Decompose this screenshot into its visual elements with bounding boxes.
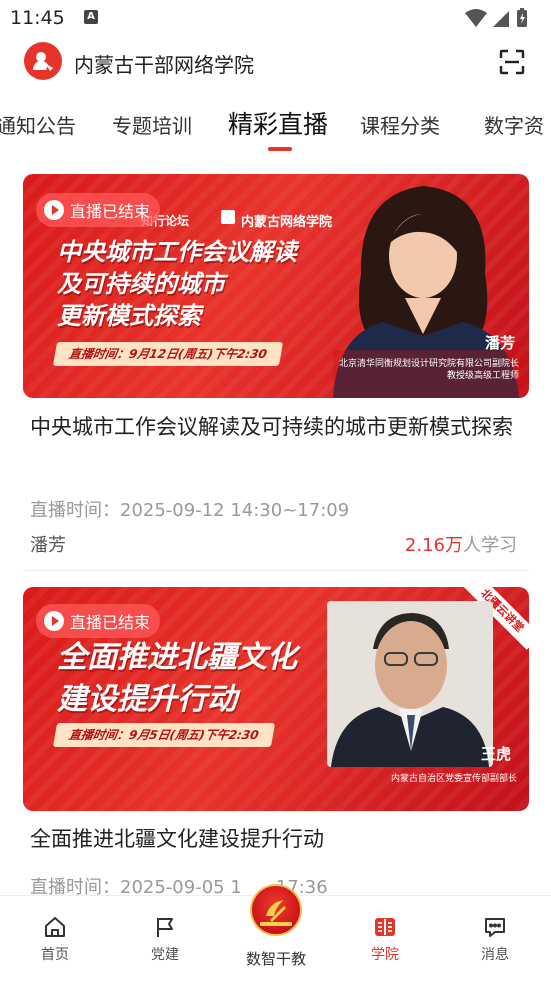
live-ended-badge: 直播已结束	[36, 604, 161, 638]
learner-count: 2.16万人学习	[405, 531, 517, 557]
college-logo-icon	[24, 42, 62, 80]
flag-icon	[157, 918, 173, 937]
card-title[interactable]: 中央城市工作会议解读及可持续的城市更新模式探索	[30, 410, 520, 444]
banner-speaker-role: 北京清华同衡规划设计研究院有限公司副院长 教授级高级工程师	[299, 358, 519, 382]
nav-messages-label: 消息	[481, 947, 509, 963]
banner-org-label: 内蒙古网络学院	[241, 215, 333, 230]
banner-title: 中央城市工作会议解读 及可持续的城市 更新模式探索	[57, 236, 297, 332]
live-ended-label: 直播已结束	[70, 202, 151, 221]
status-time: 11:45	[10, 7, 65, 29]
tab-course-categories[interactable]: 课程分类	[360, 110, 440, 139]
live-banner[interactable]: 知行论坛 内蒙古网络学院 中央城市工作会议解读 及可持续的城市 更新模式探索 直…	[23, 174, 529, 398]
live-ended-badge: 直播已结束	[36, 193, 161, 227]
nav-college[interactable]: 学院	[330, 896, 440, 981]
banner-title-line: 全面推进北疆文化	[57, 640, 297, 675]
banner-speaker-role: 内蒙古自治区党委宣传部副部长	[317, 773, 517, 785]
live-card[interactable]: 北疆云讲堂 全面推进北疆文化 建设提升行动 直播时间：9月5日(周五)下午2:3…	[23, 587, 529, 898]
live-card[interactable]: 知行论坛 内蒙古网络学院 中央城市工作会议解读 及可持续的城市 更新模式探索 直…	[23, 174, 529, 572]
nav-digital-education-label[interactable]: 数智干教	[236, 948, 316, 969]
battery-icon	[517, 8, 527, 27]
banner-title-line: 中央城市工作会议解读	[57, 238, 297, 266]
card-title[interactable]: 全面推进北疆文化建设提升行动	[30, 822, 520, 856]
learner-count-suffix: 人学习	[463, 535, 517, 556]
tab-notices[interactable]: 通知公告	[0, 110, 76, 139]
banner-speaker-name: 潘芳	[485, 334, 516, 352]
nav-home-label: 首页	[41, 947, 69, 963]
nav-college-label: 学院	[371, 947, 399, 963]
learner-count-number: 2.16万	[404, 535, 463, 556]
wifi-icon	[465, 9, 487, 27]
play-icon	[44, 611, 64, 631]
home-icon	[45, 917, 65, 937]
nav-party-label: 党建	[151, 947, 179, 963]
speaker-portrait	[327, 601, 493, 767]
app-header: 内蒙古干部网络学院	[0, 36, 551, 90]
banner-title: 全面推进北疆文化 建设提升行动	[57, 637, 297, 721]
banner-time: 直播时间：9月5日(周五)下午2:30	[52, 723, 275, 747]
card-live-time: 直播时间：2025-09-12 14:30~17:09	[30, 500, 350, 521]
banner-speaker-role-line: 北京清华同衡规划设计研究院有限公司副院长	[338, 359, 519, 369]
active-tab-indicator	[268, 147, 292, 151]
banner-title-line: 更新模式探索	[57, 302, 201, 330]
message-icon	[485, 918, 505, 937]
category-tabs: 通知公告 专题培训 精彩直播 课程分类 数字资	[0, 98, 551, 154]
signal-icon	[493, 11, 509, 27]
banner-title-line: 及可持续的城市	[57, 270, 225, 298]
status-indicators	[463, 8, 543, 28]
college-icon	[375, 918, 395, 936]
party-emblem-icon[interactable]	[250, 884, 302, 936]
notification-a-icon: A	[84, 10, 98, 24]
tab-live[interactable]: 精彩直播	[228, 105, 328, 141]
play-icon	[44, 200, 64, 220]
nav-home[interactable]: 首页	[0, 896, 110, 981]
tab-special-training[interactable]: 专题培训	[112, 110, 192, 139]
nav-party[interactable]: 党建	[110, 896, 220, 981]
card-speaker: 潘芳	[30, 535, 66, 556]
banner-speaker-name: 王虎	[481, 745, 512, 763]
status-bar: 11:45 A	[0, 0, 551, 36]
banner-title-line: 建设提升行动	[57, 682, 237, 717]
live-ended-label: 直播已结束	[70, 613, 151, 632]
nav-messages[interactable]: 消息	[440, 896, 550, 981]
card-divider	[23, 570, 529, 571]
banner-speaker-role-line: 内蒙古自治区党委宣传部副部长	[390, 774, 517, 784]
book-icon	[221, 210, 235, 224]
tab-digital-resources[interactable]: 数字资	[484, 110, 544, 139]
banner-speaker-role-line: 教授级高级工程师	[446, 371, 519, 381]
scan-icon[interactable]	[498, 48, 526, 76]
banner-time: 直播时间：9月12日(周五)下午2:30	[52, 342, 283, 366]
live-banner[interactable]: 北疆云讲堂 全面推进北疆文化 建设提升行动 直播时间：9月5日(周五)下午2:3…	[23, 587, 529, 811]
bottom-nav: 首页 党建 数智干教 学院 消息	[0, 884, 551, 981]
app-title: 内蒙古干部网络学院	[74, 53, 254, 77]
